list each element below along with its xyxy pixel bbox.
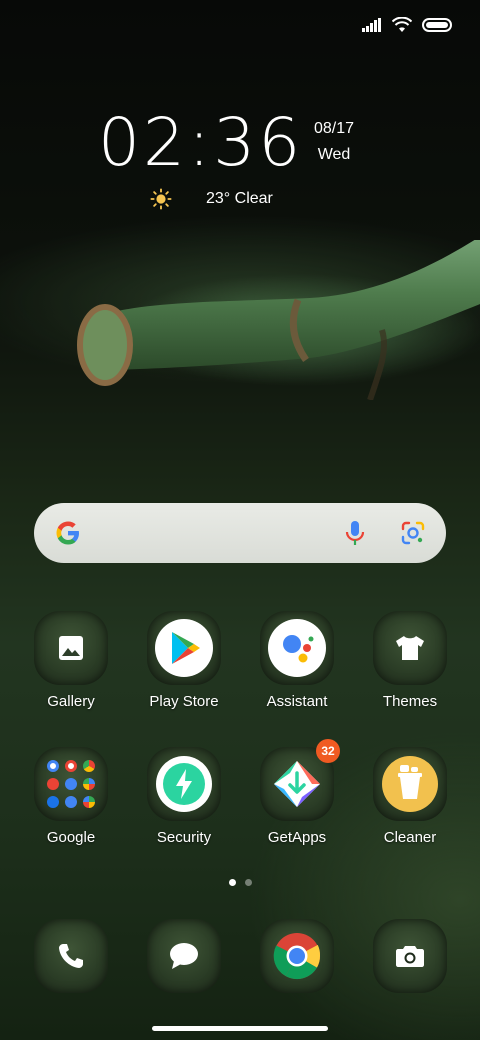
app-label: Gallery (47, 693, 95, 710)
page-dot-2[interactable] (244, 879, 252, 886)
app-google-folder[interactable]: Google (23, 747, 119, 846)
app-assistant[interactable]: Assistant (249, 611, 345, 710)
app-label: Google (46, 829, 96, 846)
sun-icon (150, 188, 172, 210)
security-icon (147, 747, 221, 821)
app-label: GetApps (267, 829, 327, 846)
google-search-bar[interactable] (34, 503, 446, 563)
camera-icon (373, 919, 447, 993)
home-indicator[interactable] (152, 1026, 328, 1031)
notification-badge: 32 (316, 739, 340, 763)
getapps-icon: 32 (260, 739, 340, 821)
app-themes[interactable]: Themes (362, 611, 458, 710)
cleaner-icon (373, 747, 447, 821)
app-cleaner[interactable]: Cleaner (362, 747, 458, 846)
wifi-icon (392, 17, 412, 32)
dock-camera[interactable] (362, 919, 458, 993)
app-play-store[interactable]: Play Store (136, 611, 232, 710)
weather-text: 23° Clear (206, 190, 273, 207)
phone-icon (34, 919, 108, 993)
wallpaper-bamboo (77, 240, 480, 400)
battery-icon (422, 18, 452, 32)
weather-widget[interactable]: 23° Clear (150, 188, 273, 210)
messages-icon (147, 919, 221, 993)
app-getapps[interactable]: 32 GetApps (249, 739, 345, 846)
dock-chrome[interactable] (249, 919, 345, 993)
dock-phone[interactable] (23, 919, 119, 993)
gallery-icon (34, 611, 108, 685)
app-security[interactable]: Security (136, 747, 232, 846)
google-folder-icon (34, 747, 108, 821)
assistant-icon (260, 611, 334, 685)
status-bar (362, 14, 452, 36)
clock-time[interactable]: 02:36 (98, 104, 303, 181)
day-label: Wed (317, 146, 351, 163)
app-label: Assistant (266, 693, 328, 710)
date-block[interactable]: 08/17 Wed (306, 116, 362, 168)
page-dot-1[interactable] (228, 879, 236, 886)
app-label: Play Store (149, 693, 219, 710)
page-indicator[interactable] (0, 879, 480, 886)
chrome-icon (260, 919, 334, 993)
google-g-icon (56, 521, 79, 545)
dock-messages[interactable] (136, 919, 232, 993)
app-label: Cleaner (383, 829, 437, 846)
date-label: 08/17 (313, 120, 355, 137)
play-store-icon (147, 611, 221, 685)
app-label: Themes (382, 693, 438, 710)
app-gallery[interactable]: Gallery (23, 611, 119, 710)
signal-bars-icon (362, 18, 381, 32)
app-label: Security (156, 829, 212, 846)
google-lens-icon[interactable] (400, 520, 426, 546)
microphone-icon[interactable] (344, 519, 366, 547)
themes-icon (373, 611, 447, 685)
